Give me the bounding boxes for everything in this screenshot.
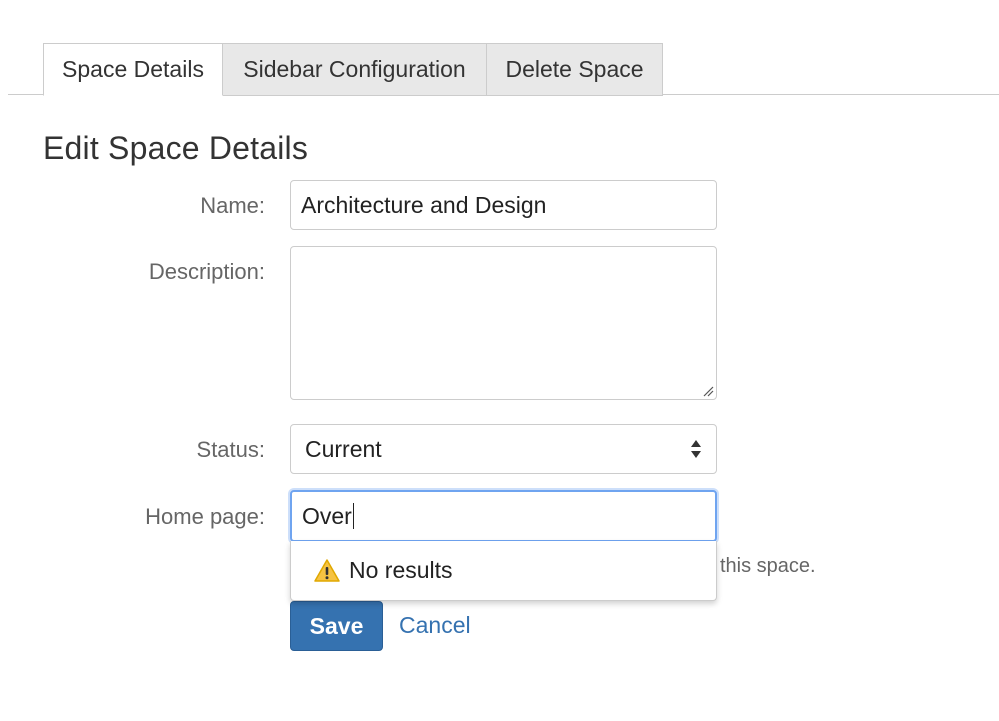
description-label: Description: xyxy=(148,259,265,284)
home-page-label: Home page: xyxy=(145,504,265,529)
text-caret xyxy=(352,503,355,529)
select-arrows-icon xyxy=(690,438,702,460)
home-page-input-value: Over xyxy=(302,502,352,529)
edit-space-page: Space Details Sidebar Configuration Dele… xyxy=(0,0,999,721)
autocomplete-dropdown: No results xyxy=(290,541,717,601)
name-label: Name: xyxy=(200,193,265,218)
description-textarea[interactable] xyxy=(290,246,717,400)
resize-grip-icon[interactable] xyxy=(702,385,714,397)
warning-icon xyxy=(314,558,340,582)
tab-sidebar-configuration[interactable]: Sidebar Configuration xyxy=(222,43,487,96)
tab-delete-space[interactable]: Delete Space xyxy=(486,43,663,96)
name-input[interactable]: Architecture and Design xyxy=(290,180,717,230)
status-selected-value: Current xyxy=(305,435,382,462)
name-input-value: Architecture and Design xyxy=(301,191,547,218)
home-page-input[interactable]: Over xyxy=(290,490,717,542)
status-label: Status: xyxy=(196,437,265,462)
home-page-hint: this space. xyxy=(720,555,816,577)
tab-bar: Space Details Sidebar Configuration Dele… xyxy=(43,43,663,96)
page-title: Edit Space Details xyxy=(43,130,309,166)
status-select[interactable]: Current xyxy=(290,424,717,474)
save-button[interactable]: Save xyxy=(290,601,383,651)
cancel-link[interactable]: Cancel xyxy=(399,612,471,639)
tab-space-details[interactable]: Space Details xyxy=(43,43,223,96)
no-results-message: No results xyxy=(349,557,453,583)
